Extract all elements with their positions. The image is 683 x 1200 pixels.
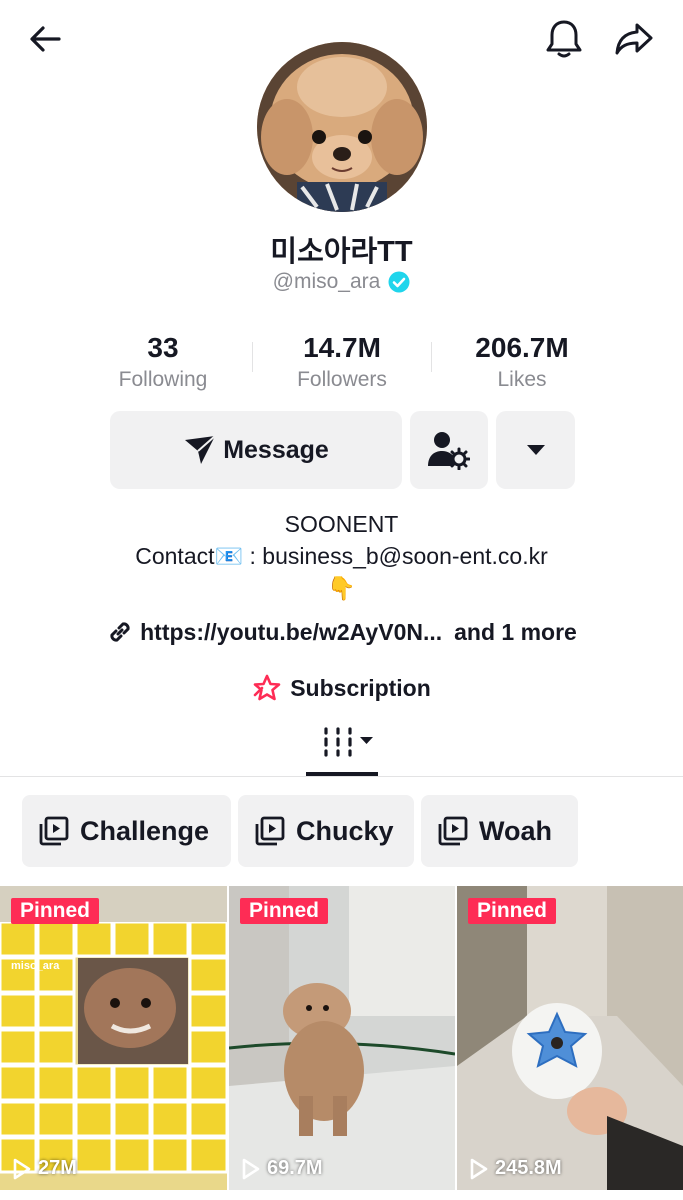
follow-settings-button[interactable] xyxy=(410,411,488,489)
share-button[interactable] xyxy=(611,16,657,62)
video-thumbnail[interactable]: Pinned 245.8M xyxy=(457,886,683,1190)
verified-badge-icon xyxy=(388,271,410,293)
tab-divider xyxy=(0,776,683,777)
arrow-left-icon xyxy=(30,26,61,52)
video-watermark: miso_ara xyxy=(11,960,60,972)
caret-down-icon xyxy=(526,445,545,455)
bio-emoji: 👇 xyxy=(327,575,356,601)
playlist-chip-chucky[interactable]: Chucky xyxy=(238,795,414,867)
user-settings-icon xyxy=(428,432,470,470)
stat-followers[interactable]: 14.7M Followers xyxy=(252,330,432,394)
link-more[interactable]: and 1 more xyxy=(454,619,577,646)
video-thumbnail-image xyxy=(0,886,227,1190)
bell-icon xyxy=(546,20,582,58)
stat-likes[interactable]: 206.7M Likes xyxy=(432,330,612,394)
bio-line: SOONENT xyxy=(284,511,399,537)
playlist-label: Woah xyxy=(479,815,552,846)
playlist-label: Chucky xyxy=(296,815,394,846)
bio-line: Contact📧 : business_b@soon-ent.co.kr xyxy=(135,543,548,569)
following-label: Following xyxy=(118,368,208,391)
play-outline-icon xyxy=(13,1158,31,1179)
view-count-value: 245.8M xyxy=(495,1157,562,1179)
tab-videos[interactable] xyxy=(320,725,380,759)
subscription-star-icon xyxy=(253,674,281,701)
subscription-link[interactable]: Subscription xyxy=(0,673,683,703)
pinned-badge: Pinned xyxy=(11,898,100,924)
play-outline-icon xyxy=(470,1158,488,1179)
following-count: 33 xyxy=(147,332,179,363)
username-row: @miso_ara xyxy=(0,270,683,294)
poodle-avatar-image xyxy=(257,42,427,212)
pinned-badge: Pinned xyxy=(468,898,557,924)
followers-count: 14.7M xyxy=(303,332,381,363)
playlist-chip-challenge[interactable]: Challenge xyxy=(22,795,231,867)
link-icon xyxy=(110,622,130,642)
stat-divider xyxy=(431,342,432,372)
avatar[interactable] xyxy=(257,42,427,212)
video-thumbnail-image xyxy=(457,886,683,1190)
view-count-value: 27M xyxy=(38,1157,77,1179)
display-name: 미소아라TT xyxy=(270,236,413,268)
message-button[interactable]: Message xyxy=(110,411,402,489)
bio-link[interactable]: https://youtu.be/w2AyV0N... and 1 more xyxy=(0,618,683,646)
notification-button[interactable] xyxy=(541,16,587,62)
playlist-icon xyxy=(39,816,69,846)
back-button[interactable] xyxy=(22,16,68,62)
view-count: 27M xyxy=(12,1157,77,1180)
username: @miso_ara xyxy=(272,270,381,293)
view-count: 69.7M xyxy=(241,1157,323,1180)
more-dropdown-button[interactable] xyxy=(496,411,575,489)
play-outline-icon xyxy=(242,1158,260,1179)
playlist-label: Challenge xyxy=(80,815,210,846)
video-thumbnail[interactable]: Pinned 69.7M xyxy=(229,886,455,1190)
view-count-value: 69.7M xyxy=(267,1157,323,1179)
playlist-icon xyxy=(438,816,468,846)
playlist-chip-woah[interactable]: Woah xyxy=(421,795,578,867)
playlist-icon xyxy=(255,816,285,846)
subscription-label: Subscription xyxy=(290,674,431,701)
pinned-badge: Pinned xyxy=(240,898,329,924)
message-label: Message xyxy=(223,435,329,464)
profile-stats: 33 Following 14.7M Followers 206.7M Like… xyxy=(73,330,613,400)
followers-label: Followers xyxy=(297,368,387,391)
send-icon xyxy=(185,435,216,464)
view-count: 245.8M xyxy=(469,1157,562,1180)
stat-following[interactable]: 33 Following xyxy=(73,330,253,394)
stat-divider xyxy=(252,342,253,372)
link-url[interactable]: https://youtu.be/w2AyV0N... xyxy=(140,619,442,646)
likes-label: Likes xyxy=(497,368,547,391)
likes-count: 206.7M xyxy=(475,332,569,363)
video-thumbnail-image xyxy=(229,886,455,1190)
share-arrow-icon xyxy=(615,23,653,55)
grid-view-icon xyxy=(324,727,373,757)
video-thumbnail[interactable]: Pinned miso_ara 27M xyxy=(0,886,227,1190)
